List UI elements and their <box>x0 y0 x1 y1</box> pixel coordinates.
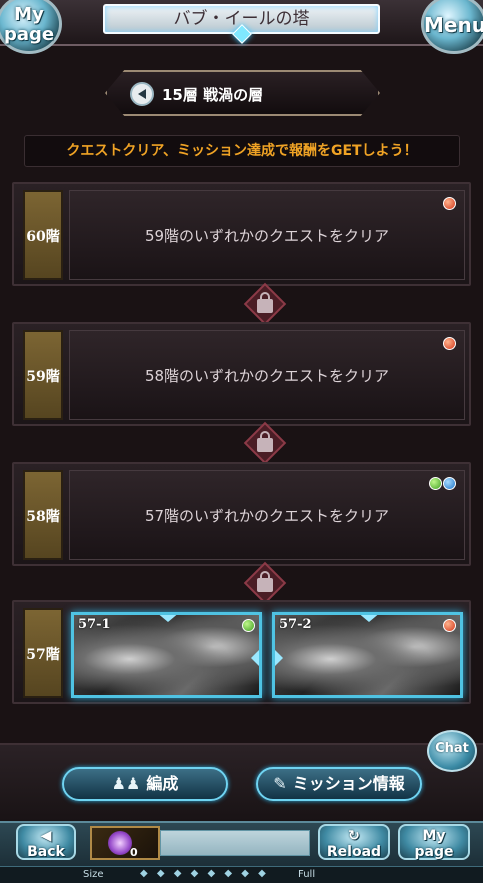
lock-icon <box>243 561 287 605</box>
floor-number: 58階 <box>26 509 60 525</box>
item-count: 0 <box>130 846 138 859</box>
unlock-condition: 59階のいずれかのクエストをクリア <box>144 227 390 245</box>
floor-name: 15層 戦渦の層 <box>162 86 264 104</box>
full-label: Full <box>298 869 316 880</box>
back-button[interactable]: ◀ Back <box>16 824 76 860</box>
fire-element-icon <box>443 197 456 210</box>
wind-element-icon <box>429 477 442 490</box>
crystal-orb-icon <box>108 831 132 855</box>
page-title-plate: バブ・イールの塔 <box>103 4 380 44</box>
lock-icon <box>243 421 287 465</box>
floor-number: 57階 <box>26 647 60 663</box>
footer-mypage-button[interactable]: My page <box>398 824 470 860</box>
chat-button[interactable]: Chat <box>427 730 477 772</box>
size-bar: Size ◆ ◆ ◆ ◆ ◆ ◆ ◆ ◆ Full <box>0 866 483 883</box>
chevron-down-icon <box>156 615 180 622</box>
chat-label: Chat <box>435 741 469 756</box>
reload-label: Reload <box>326 844 382 860</box>
party-button[interactable]: ♟♟ 編成 <box>62 767 228 801</box>
floor-row-60: 60階 59階のいずれかのクエストをクリア <box>12 182 471 286</box>
floor-number-plate: 59階 <box>23 330 63 420</box>
footer-mypage-label: My page <box>414 828 454 860</box>
reward-banner: クエストクリア、ミッション達成で報酬をGETしよう！ <box>24 135 460 167</box>
lock-icon <box>243 282 287 326</box>
mission-info-label: ミッション情報 <box>292 774 405 793</box>
fire-element-icon <box>443 619 456 632</box>
party-icon: ♟♟ <box>111 774 141 793</box>
floor-row-59: 59階 58階のいずれかのクエストをクリア <box>12 322 471 426</box>
quest-id: 57-2 <box>279 617 312 632</box>
back-label: Back <box>27 844 65 860</box>
fire-element-icon <box>443 337 456 350</box>
unlock-condition: 57階のいずれかのクエストをクリア <box>144 507 390 525</box>
locked-quest-panel[interactable]: 59階のいずれかのクエストをクリア <box>69 190 465 280</box>
wind-element-icon <box>242 619 255 632</box>
locked-quest-panel[interactable]: 58階のいずれかのクエストをクリア <box>69 330 465 420</box>
mypage-orb-label: My page <box>3 4 55 45</box>
item-slot-bar <box>160 830 310 856</box>
menu-orb-label: Menu <box>424 13 483 37</box>
size-label: Size <box>83 869 104 880</box>
size-slider[interactable]: ◆ ◆ ◆ ◆ ◆ ◆ ◆ ◆ <box>140 868 269 879</box>
floor-number-plate: 57階 <box>23 608 63 698</box>
floor-number-plate: 60階 <box>23 190 63 280</box>
mission-info-button[interactable]: ✎ ミッション情報 <box>256 767 422 801</box>
chevron-left-icon <box>251 650 259 666</box>
quest-card-57-2[interactable]: 57-2 <box>272 612 463 698</box>
reload-icon: ↻ <box>348 828 360 844</box>
back-arrow-icon: ◀ <box>40 828 52 844</box>
quest-id: 57-1 <box>78 617 111 632</box>
chevron-down-icon <box>357 615 381 622</box>
scroll-icon: ✎ <box>273 774 287 793</box>
floor-number-plate: 58階 <box>23 470 63 560</box>
item-thumbnail[interactable]: 0 <box>90 826 160 860</box>
party-label: 編成 <box>146 774 179 793</box>
floor-number: 59階 <box>26 369 60 385</box>
water-element-icon <box>443 477 456 490</box>
quest-card-57-1[interactable]: 57-1 <box>71 612 262 698</box>
floor-number: 60階 <box>26 229 60 245</box>
unlock-condition: 58階のいずれかのクエストをクリア <box>144 367 390 385</box>
floor-row-57: 57階 57-1 57-2 <box>12 600 471 704</box>
reload-button[interactable]: ↻ Reload <box>318 824 390 860</box>
floor-row-58: 58階 57階のいずれかのクエストをクリア <box>12 462 471 566</box>
floor-back-button[interactable] <box>130 82 154 106</box>
locked-quest-panel[interactable]: 57階のいずれかのクエストをクリア <box>69 470 465 560</box>
chevron-right-icon <box>275 650 283 666</box>
